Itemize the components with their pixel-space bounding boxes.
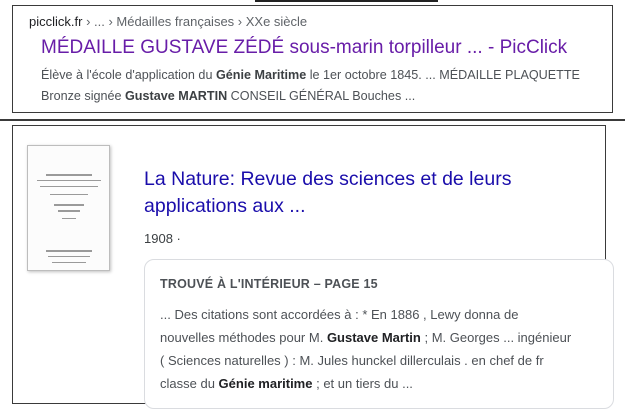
- result-title-link[interactable]: MÉDAILLE GUSTAVE ZÉDÉ sous-marin torpill…: [41, 37, 567, 59]
- found-inside-snippet: ... Des citations sont accordées à : * E…: [160, 303, 571, 395]
- inside-line: ( Sciences naturelles ) : M. Jules hunck…: [160, 349, 571, 372]
- book-cover-thumbnail[interactable]: [27, 145, 110, 271]
- snippet-line: Bronze signée Gustave MARTIN CONSEIL GÉN…: [41, 86, 580, 107]
- breadcrumb-domain: picclick.fr: [29, 14, 83, 29]
- highlighted-term: Gustave Martin: [326, 330, 421, 345]
- book-year: 1908 ·: [144, 231, 181, 246]
- snippet-line: Élève à l'école d'application du Génie M…: [41, 65, 580, 86]
- section-divider: [0, 119, 625, 121]
- text-segment: ( Sciences naturelles ) : M. Jules hunck…: [160, 353, 544, 368]
- breadcrumb-path: › ... › Médailles françaises › XXe siècl…: [82, 14, 308, 29]
- text-segment: ; M. Georges ... ingénieur: [420, 330, 572, 345]
- found-inside-heading: TROUVÉ À L'INTÉRIEUR – PAGE 15: [160, 277, 378, 291]
- text-segment: nouvelles méthodes pour M.: [160, 330, 327, 345]
- text-segment: le 1er octobre 1845. ... MÉDAILLE PLAQUE…: [306, 68, 580, 82]
- result-snippet: Élève à l'école d'application du Génie M…: [41, 65, 580, 107]
- text-segment: Élève à l'école d'application du: [41, 68, 216, 82]
- inside-line: classe du Génie maritime ; et un tiers d…: [160, 372, 571, 395]
- book-title-line: La Nature: Revue des sciences et de leur…: [144, 168, 512, 190]
- text-segment: CONSEIL GÉNÉRAL Bouches ...: [227, 89, 416, 103]
- text-segment: ; et un tiers du ...: [312, 376, 413, 391]
- inside-line: nouvelles méthodes pour M. Gustave Marti…: [160, 326, 571, 349]
- book-title-line: applications aux ...: [144, 195, 306, 217]
- inside-line: ... Des citations sont accordées à : * E…: [160, 303, 571, 326]
- text-segment: Bronze signée: [41, 89, 126, 103]
- text-segment: classe du: [160, 376, 219, 391]
- top-edge-line: [255, 0, 438, 2]
- highlighted-term: Génie Maritime: [215, 68, 307, 82]
- book-title-link[interactable]: La Nature: Revue des sciences et de leur…: [144, 166, 564, 220]
- breadcrumb[interactable]: picclick.fr › ... › Médailles françaises…: [29, 14, 307, 29]
- highlighted-term: Gustave MARTIN: [125, 89, 228, 103]
- text-segment: ... Des citations sont accordées à : * E…: [160, 307, 519, 322]
- highlighted-term: Génie maritime: [218, 376, 313, 391]
